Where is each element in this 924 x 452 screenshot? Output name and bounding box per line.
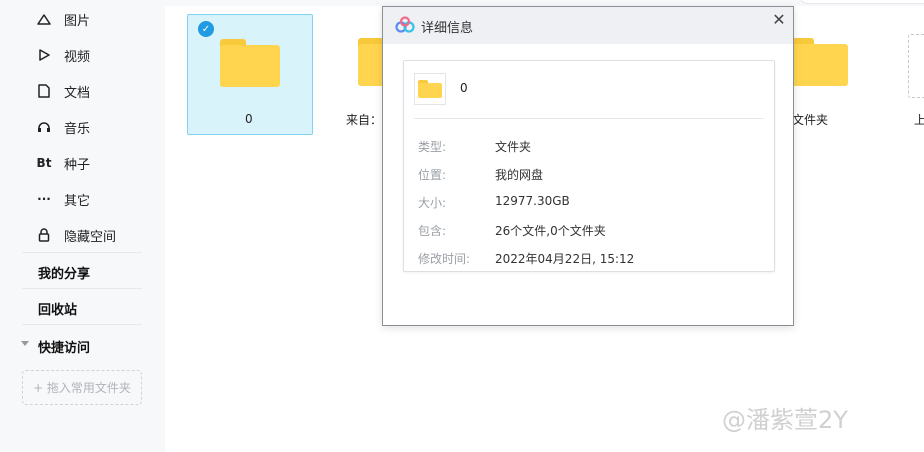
details-dialog: 详细信息 ✕ 0 类型: 文件夹 位置: 我的网盘 大小: 12977.30GB… <box>382 6 794 326</box>
detail-label: 大小: <box>418 196 447 210</box>
detail-label: 修改时间: <box>418 252 471 266</box>
dialog-header: 详细信息 ✕ <box>383 7 793 44</box>
detail-value: 12977.30GB <box>495 194 570 208</box>
item-thumbnail <box>414 73 446 105</box>
headphones-icon <box>36 119 52 135</box>
sidebar-item-music[interactable]: 音乐 <box>0 112 165 142</box>
sidebar-item-images[interactable]: 图片 <box>0 4 165 34</box>
detail-value: 26个文件,0个文件夹 <box>495 224 606 238</box>
folder-icon <box>788 38 848 86</box>
file-name: 0 <box>245 112 253 126</box>
sidebar-item-hidden-space[interactable]: 隐藏空间 <box>0 220 165 250</box>
mountain-icon <box>36 11 52 27</box>
folder-icon <box>418 80 442 98</box>
sidebar-item-label: 种子 <box>64 157 91 173</box>
divider <box>22 252 142 253</box>
caret-down-icon[interactable] <box>21 341 29 346</box>
cloud-logo-icon <box>395 16 415 34</box>
sidebar-item-torrents[interactable]: Bt 种子 <box>0 148 165 178</box>
sidebar-recycle-bin[interactable]: 回收站 <box>38 299 77 318</box>
close-icon[interactable]: ✕ <box>770 10 788 30</box>
detail-value: 我的网盘 <box>495 168 544 182</box>
divider <box>22 288 142 289</box>
file-item-partial[interactable] <box>908 34 924 98</box>
more-icon: ··· <box>37 192 51 206</box>
file-name: 上 <box>914 113 924 127</box>
sidebar-item-label: 其它 <box>64 193 91 209</box>
folder-icon <box>220 39 280 87</box>
top-search-box[interactable] <box>800 0 924 4</box>
sidebar-quick-access[interactable]: 快捷访问 <box>38 337 90 356</box>
sidebar-item-label: 隐藏空间 <box>64 229 117 245</box>
detail-row-contains: 包含: 26个文件,0个文件夹 <box>418 222 768 240</box>
file-name: 文件夹 <box>792 113 829 127</box>
file-item[interactable]: ✓ 0 <box>187 14 313 135</box>
sidebar-item-label: 音乐 <box>64 121 91 137</box>
sidebar-item-label: 图片 <box>64 13 91 29</box>
detail-row-modified: 修改时间: 2022年04月22日, 15:12 <box>418 250 768 268</box>
dialog-title: 详细信息 <box>421 21 474 36</box>
detail-label: 类型: <box>418 140 447 154</box>
sidebar: 图片 视频 文档 音乐 Bt 种子 ··· 其它 隐藏空间 我的分享 回收站 快… <box>0 0 165 452</box>
detail-label: 位置: <box>418 168 447 182</box>
divider <box>414 118 764 119</box>
file-name: 来自： <box>346 113 383 127</box>
details-panel: 0 类型: 文件夹 位置: 我的网盘 大小: 12977.30GB 包含: 26… <box>403 60 775 272</box>
detail-row-type: 类型: 文件夹 <box>418 138 768 156</box>
add-favorite-folder-dropzone[interactable]: + 拖入常用文件夹 <box>22 370 142 405</box>
detail-value: 2022年04月22日, 15:12 <box>495 252 635 266</box>
detail-value: 文件夹 <box>495 140 532 154</box>
item-name: 0 <box>460 81 468 95</box>
detail-row-size: 大小: 12977.30GB <box>418 194 768 212</box>
watermark-text: @潘紫萱2Y <box>722 406 848 434</box>
lock-icon <box>36 227 52 243</box>
sidebar-item-others[interactable]: ··· 其它 <box>0 184 165 214</box>
checkmark-icon[interactable]: ✓ <box>198 21 214 37</box>
sidebar-item-label: 视频 <box>64 49 91 65</box>
sidebar-item-videos[interactable]: 视频 <box>0 40 165 70</box>
document-icon <box>36 83 52 99</box>
divider <box>22 324 142 325</box>
sidebar-my-share[interactable]: 我的分享 <box>38 263 90 282</box>
file-item[interactable]: 文件夹 <box>776 14 902 135</box>
bt-icon: Bt <box>36 156 52 170</box>
detail-label: 包含: <box>418 224 447 238</box>
sidebar-item-documents[interactable]: 文档 <box>0 76 165 106</box>
sidebar-item-label: 文档 <box>64 85 91 101</box>
play-icon <box>36 47 52 63</box>
detail-row-location: 位置: 我的网盘 <box>418 166 768 184</box>
